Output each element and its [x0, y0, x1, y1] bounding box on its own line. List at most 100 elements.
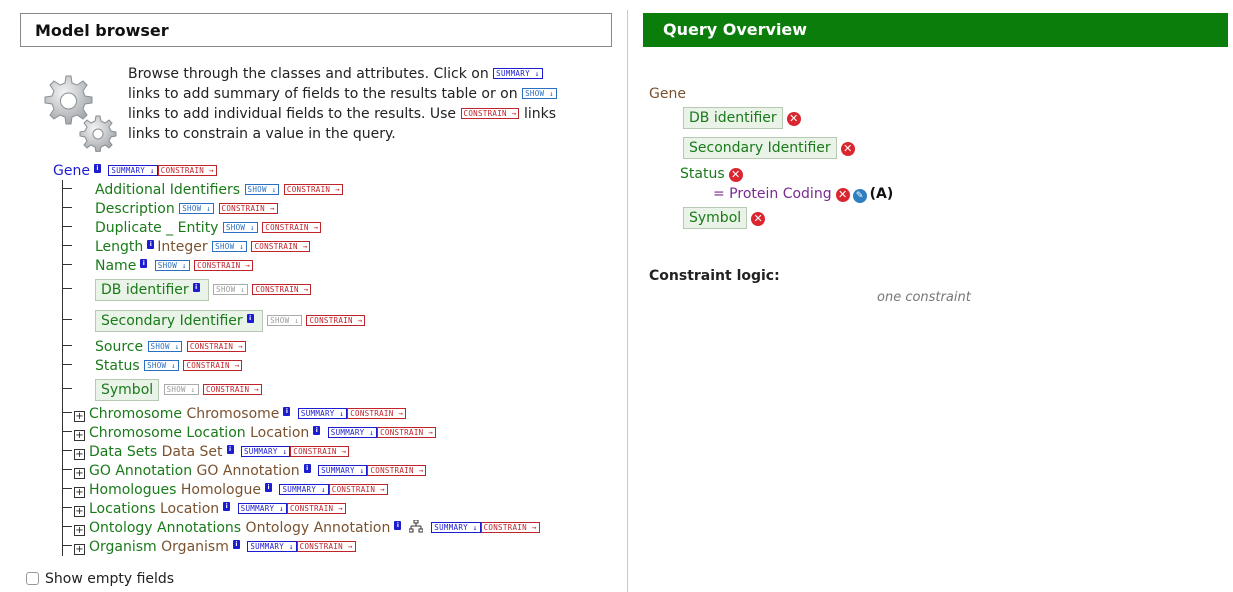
- hierarchy-icon[interactable]: [408, 519, 424, 533]
- tree-attr-name: Name i SHOW ↓ CONSTRAIN →: [62, 258, 254, 274]
- query-field[interactable]: DB identifier: [683, 107, 783, 129]
- show-button[interactable]: SHOW ↓: [213, 284, 249, 295]
- tree-ref-locations: + Locations Location i SUMMARY ↓ CONSTRAIN …: [62, 501, 346, 517]
- ref-name[interactable]: Chromosome: [89, 406, 182, 422]
- tree-attr-additional-identifiers: Additional Identifiers SHOW ↓ CONSTRAIN …: [62, 182, 343, 198]
- show-button[interactable]: SHOW ↓: [179, 203, 215, 214]
- constrain-button[interactable]: CONSTRAIN →: [202, 384, 262, 395]
- constrain-button[interactable]: CONSTRAIN →: [218, 203, 278, 214]
- help-text-2: links to add summary of fields to the re…: [128, 86, 518, 102]
- info-icon[interactable]: i: [140, 259, 148, 268]
- constrain-button[interactable]: CONSTRAIN →: [283, 184, 343, 195]
- selected-field[interactable]: Secondary Identifier i: [95, 310, 263, 332]
- summary-button[interactable]: SUMMARY ↓: [108, 165, 158, 176]
- ref-name[interactable]: Chromosome Location: [89, 425, 246, 441]
- show-button[interactable]: SHOW ↓: [244, 184, 280, 195]
- constrain-button[interactable]: CONSTRAIN →: [252, 284, 312, 295]
- info-icon[interactable]: i: [394, 521, 402, 530]
- constrain-button[interactable]: CONSTRAIN →: [251, 241, 311, 252]
- info-icon[interactable]: i: [226, 445, 234, 454]
- ref-name[interactable]: Ontology Annotations: [89, 520, 241, 536]
- info-icon[interactable]: i: [93, 164, 101, 173]
- expand-icon[interactable]: +: [74, 411, 85, 422]
- expand-icon[interactable]: +: [74, 468, 85, 479]
- constrain-button[interactable]: CONSTRAIN →: [367, 465, 427, 476]
- expand-icon[interactable]: +: [74, 525, 85, 536]
- constrain-button[interactable]: CONSTRAIN →: [194, 260, 254, 271]
- show-button[interactable]: SHOW ↓: [144, 360, 179, 371]
- summary-button[interactable]: SUMMARY ↓: [327, 427, 378, 438]
- info-icon[interactable]: i: [303, 464, 311, 473]
- selected-field[interactable]: DB identifier i: [95, 279, 209, 301]
- show-button[interactable]: SHOW ↓: [222, 222, 258, 233]
- info-icon[interactable]: i: [313, 426, 321, 435]
- remove-icon[interactable]: ✕: [751, 212, 766, 226]
- remove-constraint-icon[interactable]: ✕: [835, 188, 850, 202]
- help-text-3: links to add individual fields to the re…: [128, 106, 457, 122]
- info-icon[interactable]: i: [283, 407, 291, 416]
- constraint-logic-title: Constraint logic:: [649, 268, 780, 284]
- constrain-button[interactable]: CONSTRAIN →: [347, 408, 407, 419]
- show-button[interactable]: SHOW ↓: [212, 241, 248, 252]
- constrain-button[interactable]: CONSTRAIN →: [290, 446, 350, 457]
- constrain-button[interactable]: CONSTRAIN →: [262, 222, 322, 233]
- summary-button[interactable]: SUMMARY ↓: [279, 484, 329, 495]
- ref-name[interactable]: Locations: [89, 501, 156, 517]
- constrain-button[interactable]: CONSTRAIN →: [306, 315, 366, 326]
- summary-button[interactable]: SUMMARY ↓: [431, 522, 481, 533]
- field-name: Secondary Identifier: [101, 313, 243, 329]
- remove-icon[interactable]: ✕: [786, 112, 801, 126]
- info-icon[interactable]: i: [147, 240, 155, 249]
- query-item-symbol: Symbol ✕: [683, 207, 766, 229]
- constrain-button[interactable]: CONSTRAIN →: [183, 360, 243, 371]
- ref-type: Chromosome: [186, 406, 280, 422]
- query-field[interactable]: Secondary Identifier: [683, 137, 837, 159]
- info-icon[interactable]: i: [192, 283, 200, 292]
- remove-icon[interactable]: ✕: [728, 168, 743, 182]
- expand-icon[interactable]: +: [74, 506, 85, 517]
- summary-button[interactable]: SUMMARY ↓: [318, 465, 368, 476]
- field-name: Duplicate _ Entity: [95, 220, 219, 236]
- constrain-button[interactable]: CONSTRAIN →: [186, 341, 246, 352]
- query-field[interactable]: Symbol: [683, 207, 748, 229]
- edit-constraint-icon[interactable]: ✎: [852, 189, 867, 203]
- show-button[interactable]: SHOW ↓: [163, 384, 199, 395]
- expand-icon[interactable]: +: [74, 487, 85, 498]
- summary-button[interactable]: SUMMARY ↓: [240, 446, 291, 457]
- constrain-button[interactable]: CONSTRAIN →: [157, 165, 217, 176]
- ref-name[interactable]: Organism: [89, 539, 157, 555]
- info-icon[interactable]: i: [246, 314, 254, 323]
- ref-name[interactable]: Data Sets: [89, 444, 157, 460]
- summary-button[interactable]: SUMMARY ↓: [237, 503, 287, 514]
- query-status-label[interactable]: Status: [680, 166, 725, 182]
- summary-button[interactable]: SUMMARY ↓: [297, 408, 348, 419]
- constrain-button[interactable]: CONSTRAIN →: [286, 503, 346, 514]
- constrain-button[interactable]: CONSTRAIN →: [328, 484, 388, 495]
- ref-name[interactable]: Homologues: [89, 482, 176, 498]
- show-empty-fields-toggle[interactable]: Show empty fields: [26, 571, 174, 587]
- show-tag-example: SHOW ↓: [522, 88, 557, 99]
- expand-icon[interactable]: +: [74, 544, 85, 555]
- show-button[interactable]: SHOW ↓: [154, 260, 190, 271]
- show-empty-fields-label: Show empty fields: [45, 571, 175, 587]
- info-icon[interactable]: i: [232, 540, 240, 549]
- remove-icon[interactable]: ✕: [840, 142, 855, 156]
- expand-icon[interactable]: +: [74, 430, 85, 441]
- summary-button[interactable]: SUMMARY ↓: [247, 541, 297, 552]
- show-button[interactable]: SHOW ↓: [147, 341, 183, 352]
- expand-icon[interactable]: +: [74, 449, 85, 460]
- constrain-button[interactable]: CONSTRAIN →: [480, 522, 540, 533]
- constraint-logic-text: one constraint: [877, 290, 971, 305]
- selected-field[interactable]: Symbol: [95, 379, 160, 401]
- gears-icon: [44, 75, 117, 152]
- info-icon[interactable]: i: [223, 502, 231, 511]
- info-icon[interactable]: i: [265, 483, 272, 492]
- tree-ref-data-sets: + Data Sets Data Set i SUMMARY ↓ CONSTRAIN …: [62, 444, 350, 460]
- show-empty-fields-checkbox[interactable]: [26, 572, 39, 585]
- constraint-value: = Protein Coding: [713, 186, 832, 202]
- constrain-button[interactable]: CONSTRAIN →: [296, 541, 356, 552]
- show-button[interactable]: SHOW ↓: [267, 315, 303, 326]
- constrain-button[interactable]: CONSTRAIN →: [377, 427, 437, 438]
- help-text-1: Browse through the classes and attribute…: [128, 66, 489, 82]
- ref-name[interactable]: GO Annotation: [89, 463, 192, 479]
